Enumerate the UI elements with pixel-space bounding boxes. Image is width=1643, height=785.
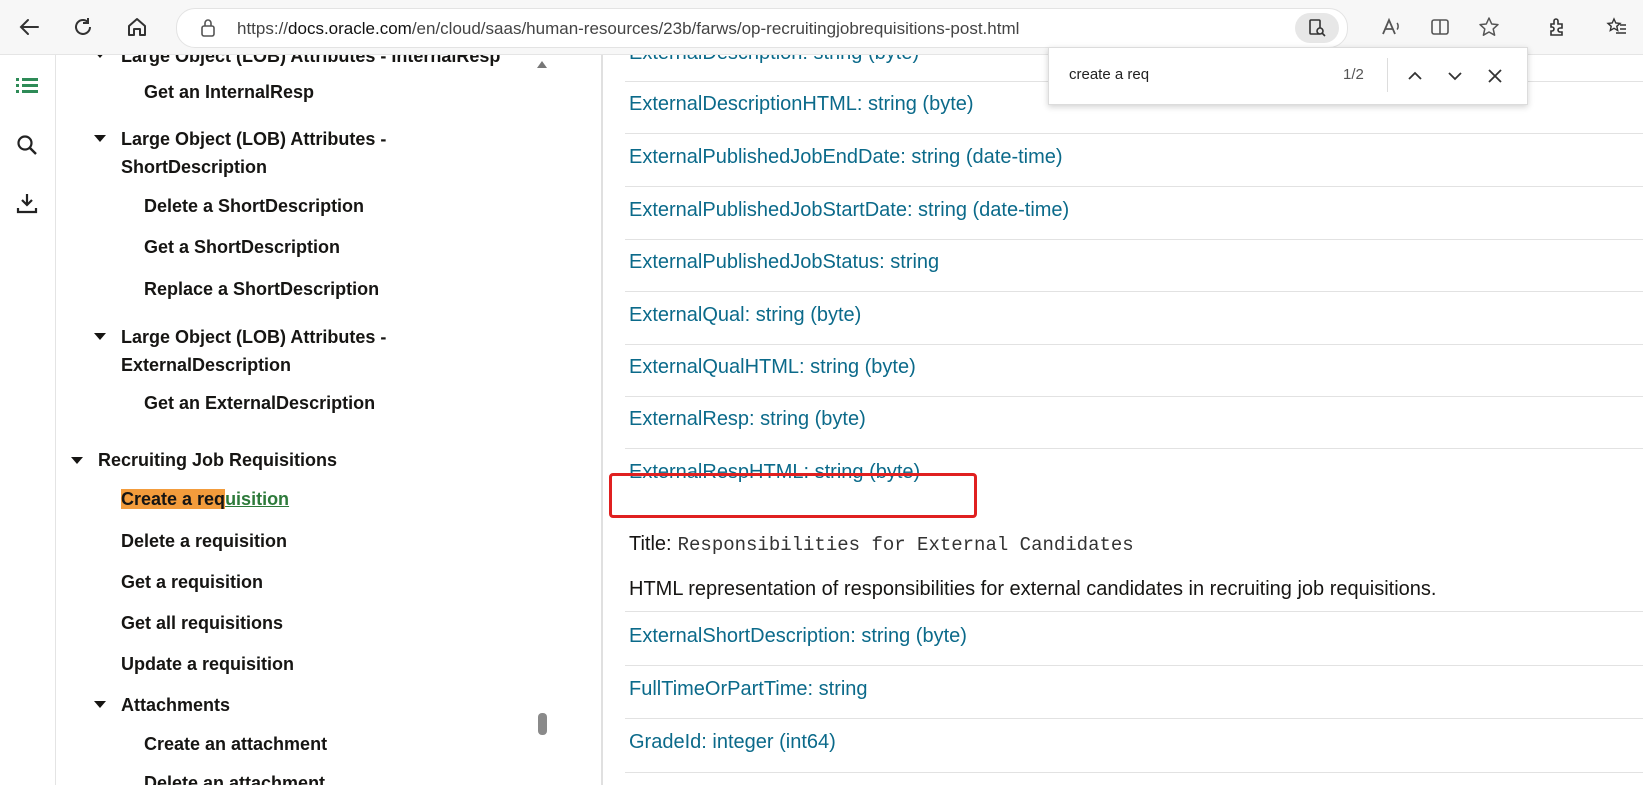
lock-icon[interactable] [199,18,217,43]
nav-attachments[interactable]: Attachments [121,691,230,720]
find-next-icon[interactable] [1441,62,1469,90]
nav-get-externaldescription[interactable]: Get an ExternalDescription [144,389,375,418]
nav-lob-internalresp[interactable]: Large Object (LOB) Attributes - Internal… [121,55,500,71]
title-value: Responsibilities for External Candidates [677,534,1134,556]
attr-title-line: Title: Responsibilities for External Cand… [629,533,1134,556]
nav-recruiting-job-requisitions[interactable]: Recruiting Job Requisitions [98,446,337,475]
attr-external-description[interactable]: ExternalDescription: string (byte) [629,55,919,65]
address-bar[interactable]: https://docs.oracle.com/en/cloud/saas/hu… [176,8,1348,48]
find-match-count: 1/2 [1343,66,1364,83]
favorite-star-icon[interactable] [1476,14,1502,40]
attr-external-qual[interactable]: ExternalQual: string (byte) [629,304,861,327]
nav-delete-shortdescription[interactable]: Delete a ShortDescription [144,192,364,221]
split-screen-icon[interactable] [1427,14,1453,40]
back-arrow-icon[interactable] [16,14,42,40]
separator [625,448,1643,449]
refresh-icon[interactable] [70,14,96,40]
attr-full-time-or-part-time[interactable]: FullTimeOrPartTime: string [629,678,868,701]
separator [625,133,1643,134]
expand-caret-icon[interactable] [94,55,106,58]
nav-scrollbar[interactable] [532,55,552,785]
nav-lob-externaldescription-line2[interactable]: ExternalDescription [121,351,291,380]
expand-caret-icon[interactable] [94,333,106,340]
home-icon[interactable] [124,14,150,40]
nav-lob-shortdescription[interactable]: Large Object (LOB) Attributes - [121,125,386,154]
separator [625,611,1643,612]
separator [625,239,1643,240]
reader-view-icon[interactable] [1295,13,1339,43]
divider [1387,58,1388,92]
url-text[interactable]: https://docs.oracle.com/en/cloud/saas/hu… [237,19,1019,39]
annotation-red-box [609,473,977,518]
nav-lob-externaldescription[interactable]: Large Object (LOB) Attributes - [121,323,386,352]
separator [625,396,1643,397]
scrollbar-thumb[interactable] [538,713,547,735]
nav-get-internalresp[interactable]: Get an InternalResp [144,78,314,107]
nav-get-requisition[interactable]: Get a requisition [121,568,263,597]
expand-caret-icon[interactable] [71,457,83,464]
attr-external-published-job-status[interactable]: ExternalPublishedJobStatus: string [629,251,939,274]
extensions-icon[interactable] [1544,14,1570,40]
separator [625,772,1643,773]
attr-external-short-description[interactable]: ExternalShortDescription: string (byte) [629,625,967,648]
separator [625,665,1643,666]
main-content: ExternalDescription: string (byte) Exter… [603,55,1643,785]
search-icon[interactable] [12,130,42,160]
expand-caret-icon[interactable] [94,701,106,708]
nav-update-requisition[interactable]: Update a requisition [121,650,294,679]
find-match-highlight: Create a req [121,489,226,509]
nav-create-requisition[interactable]: Create a requisition [121,485,289,514]
download-icon[interactable] [12,188,42,218]
scroll-up-arrow-icon[interactable] [537,61,547,68]
favorites-bar-icon[interactable] [1604,14,1630,40]
separator [625,718,1643,719]
attr-description: HTML representation of responsibilities … [629,578,1437,600]
nav-delete-attachment[interactable]: Delete an attachment [144,769,325,785]
left-rail [0,55,56,785]
find-in-page-bar: create a req 1/2 [1048,47,1528,105]
attr-external-description-html[interactable]: ExternalDescriptionHTML: string (byte) [629,93,974,116]
find-previous-icon[interactable] [1401,62,1429,90]
close-icon[interactable] [1481,62,1509,90]
attr-grade-id[interactable]: GradeId: integer (int64) [629,731,836,754]
attr-external-resp[interactable]: ExternalResp: string (byte) [629,408,866,431]
attr-external-published-job-start-date[interactable]: ExternalPublishedJobStartDate: string (d… [629,199,1069,222]
separator [625,291,1643,292]
title-label: Title: [629,533,672,555]
separator [625,344,1643,345]
find-input[interactable]: create a req [1069,66,1149,83]
nav-replace-shortdescription[interactable]: Replace a ShortDescription [144,275,379,304]
nav-lob-shortdescription-line2[interactable]: ShortDescription [121,153,267,182]
url-host: docs.oracle.com [288,19,412,38]
attr-external-published-job-end-date[interactable]: ExternalPublishedJobEndDate: string (dat… [629,146,1063,169]
nav-delete-requisition[interactable]: Delete a requisition [121,527,287,556]
separator [625,186,1643,187]
read-aloud-icon[interactable] [1378,14,1404,40]
url-path: /en/cloud/saas/human-resources/23b/farws… [411,19,1020,38]
table-of-contents-icon[interactable] [12,71,42,101]
nav-create-attachment[interactable]: Create an attachment [144,730,327,759]
attr-external-qual-html[interactable]: ExternalQualHTML: string (byte) [629,356,916,379]
nav-get-all-requisitions[interactable]: Get all requisitions [121,609,283,638]
nav-get-shortdescription[interactable]: Get a ShortDescription [144,233,340,262]
expand-caret-icon[interactable] [94,135,106,142]
nav-create-requisition-rest: uisition [225,489,290,509]
url-prefix: https:// [237,19,289,38]
navigation-tree: Large Object (LOB) Attributes - Internal… [56,55,556,785]
